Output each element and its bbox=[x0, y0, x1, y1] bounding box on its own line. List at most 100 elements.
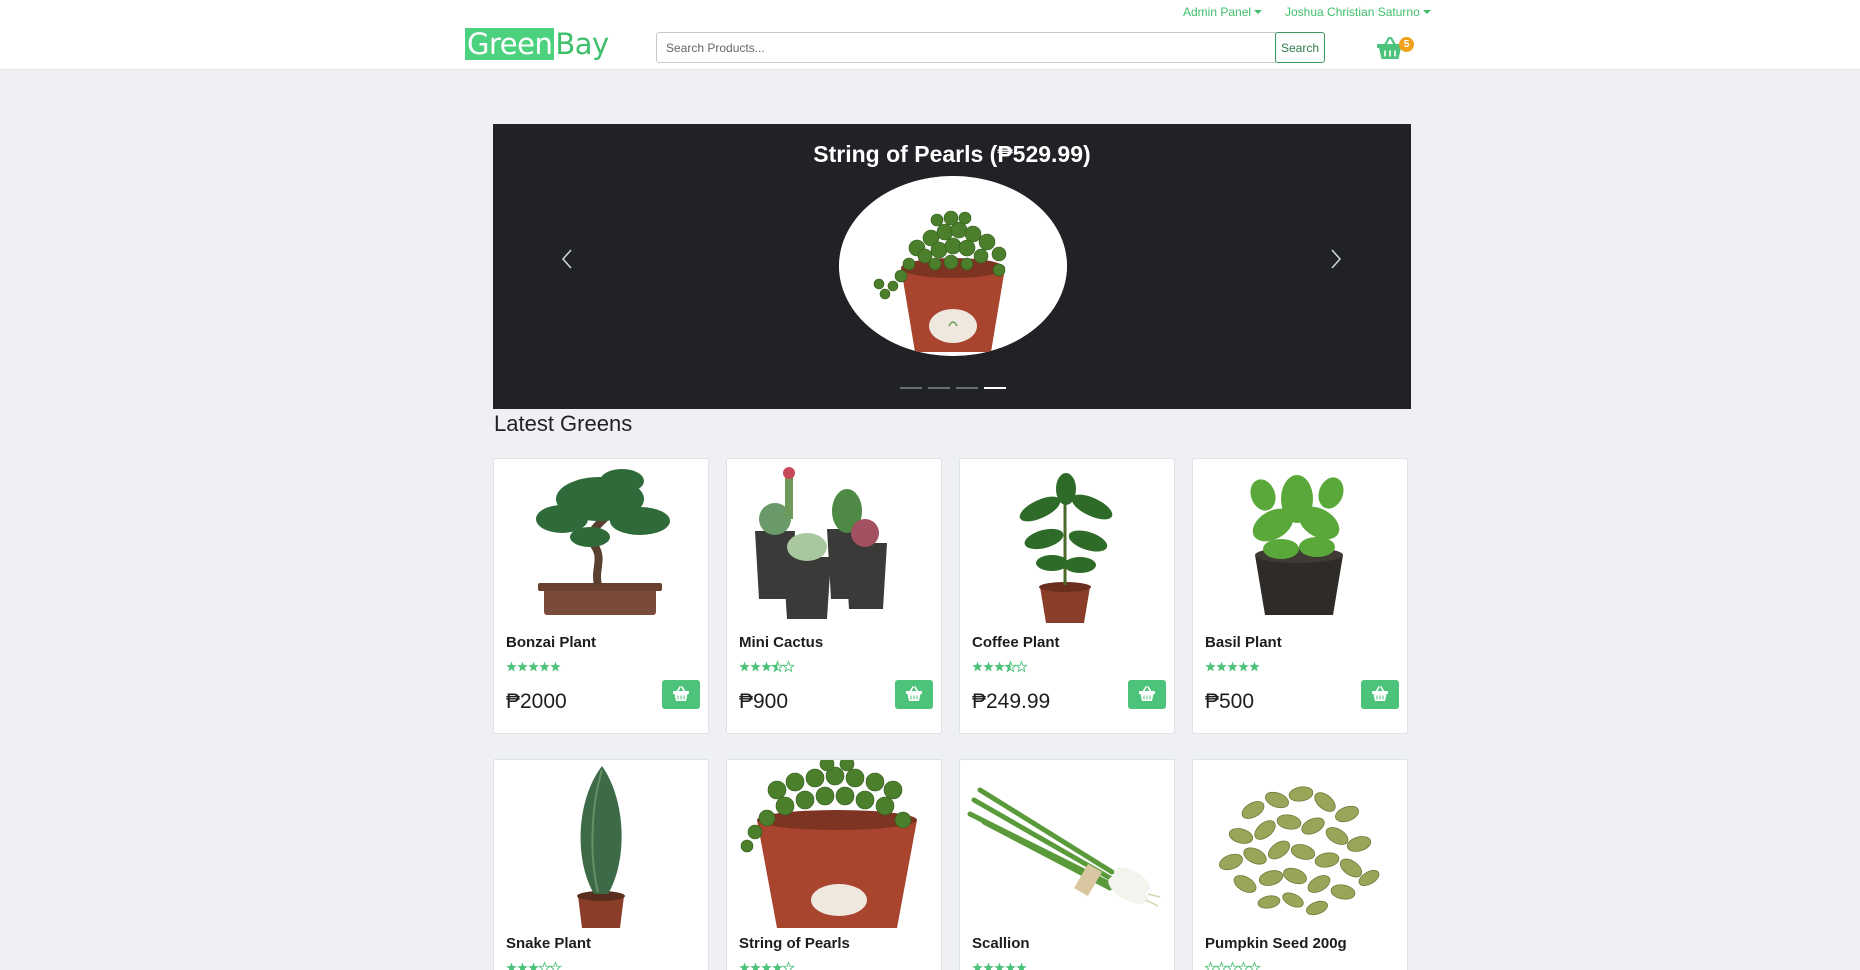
add-to-basket-button[interactable] bbox=[895, 680, 933, 709]
star-filled-icon bbox=[983, 661, 994, 672]
star-filled-icon bbox=[1249, 661, 1260, 672]
product-name[interactable]: String of Pearls bbox=[739, 935, 850, 952]
star-filled-icon bbox=[761, 962, 772, 970]
carousel-indicator[interactable] bbox=[928, 387, 950, 389]
star-filled-icon bbox=[550, 661, 561, 672]
product-image-cactus-pots[interactable] bbox=[727, 459, 941, 627]
star-filled-icon bbox=[972, 661, 983, 672]
star-empty-icon bbox=[549, 961, 562, 970]
featured-carousel: String of Pearls (₱529.99) bbox=[493, 124, 1411, 409]
logo-bay-part: Bay bbox=[555, 27, 609, 61]
product-card[interactable]: Pumpkin Seed 200g bbox=[1192, 759, 1408, 970]
user-dropdown[interactable]: Joshua Christian Saturno bbox=[1285, 5, 1431, 19]
star-empty-icon bbox=[782, 961, 795, 970]
product-name[interactable]: Mini Cactus bbox=[739, 634, 823, 651]
star-filled-icon bbox=[750, 661, 761, 672]
product-image-scallion[interactable] bbox=[960, 760, 1174, 928]
search-input[interactable] bbox=[656, 32, 1276, 63]
product-card[interactable]: Snake Plant bbox=[493, 759, 709, 970]
product-name[interactable]: Snake Plant bbox=[506, 935, 591, 952]
product-card[interactable]: Bonzai Plant ₱2000 bbox=[493, 458, 709, 734]
product-image-snake-plant[interactable] bbox=[494, 760, 708, 928]
admin-panel-dropdown[interactable]: Admin Panel bbox=[1183, 5, 1263, 19]
product-price: ₱249.99 bbox=[972, 690, 1051, 713]
star-filled-icon bbox=[994, 661, 1005, 672]
carousel-indicators bbox=[900, 387, 1006, 389]
star-empty-icon bbox=[1015, 660, 1028, 673]
star-rating bbox=[506, 961, 562, 970]
star-rating bbox=[739, 961, 795, 970]
star-rating bbox=[506, 661, 561, 672]
product-image-pumpkin-seeds[interactable] bbox=[1193, 760, 1407, 928]
product-name[interactable]: Pumpkin Seed 200g bbox=[1205, 935, 1347, 952]
basket-icon bbox=[673, 686, 689, 701]
star-filled-icon bbox=[994, 962, 1005, 970]
star-filled-icon bbox=[1227, 661, 1238, 672]
star-empty-icon bbox=[1215, 961, 1228, 970]
section-title-latest-greens: Latest Greens bbox=[494, 411, 633, 436]
star-filled-icon bbox=[972, 962, 983, 970]
user-name-label: Joshua Christian Saturno bbox=[1285, 5, 1420, 19]
star-empty-icon bbox=[1248, 961, 1261, 970]
star-rating bbox=[1205, 661, 1260, 672]
star-filled-icon bbox=[517, 661, 528, 672]
basket-icon bbox=[1139, 686, 1155, 701]
star-filled-icon bbox=[528, 661, 539, 672]
basket-icon bbox=[1372, 686, 1388, 701]
add-to-basket-button[interactable] bbox=[1361, 680, 1399, 709]
star-filled-icon bbox=[517, 962, 528, 970]
star-rating bbox=[972, 660, 1028, 673]
add-to-basket-button[interactable] bbox=[1128, 680, 1166, 709]
greenbay-logo[interactable]: Green Bay bbox=[465, 27, 609, 61]
search-button[interactable]: Search bbox=[1275, 32, 1325, 63]
star-filled-icon bbox=[539, 661, 550, 672]
star-filled-icon bbox=[1205, 661, 1216, 672]
site-header: Admin Panel Joshua Christian Saturno Gre… bbox=[0, 0, 1860, 70]
product-price: ₱900 bbox=[739, 690, 789, 713]
star-filled-icon bbox=[983, 962, 994, 970]
admin-panel-label: Admin Panel bbox=[1183, 5, 1252, 19]
product-price: ₱2000 bbox=[506, 690, 567, 713]
star-filled-icon bbox=[1238, 661, 1249, 672]
product-image-string-of-pearls[interactable] bbox=[727, 760, 941, 928]
product-price: ₱500 bbox=[1205, 690, 1255, 713]
product-image-coffee-plant[interactable] bbox=[960, 459, 1174, 627]
star-rating bbox=[739, 660, 795, 673]
product-card[interactable]: String of Pearls bbox=[726, 759, 942, 970]
carousel-indicator[interactable] bbox=[956, 387, 978, 389]
star-empty-icon bbox=[1205, 961, 1217, 970]
star-rating bbox=[972, 962, 1027, 970]
logo-green-part: Green bbox=[465, 27, 555, 61]
product-name[interactable]: Bonzai Plant bbox=[506, 634, 596, 651]
star-empty-icon bbox=[1226, 961, 1239, 970]
carousel-image-string-of-pearls bbox=[839, 176, 1067, 356]
star-rating bbox=[1205, 961, 1261, 970]
star-filled-icon bbox=[750, 962, 761, 970]
star-filled-icon bbox=[1005, 962, 1016, 970]
product-card[interactable]: Coffee Plant ₱249.99 bbox=[959, 458, 1175, 734]
caret-down-icon bbox=[1422, 10, 1431, 14]
carousel-indicator[interactable] bbox=[984, 387, 1006, 389]
caret-down-icon bbox=[1254, 10, 1263, 14]
product-image-basil-plant[interactable] bbox=[1193, 459, 1407, 627]
star-filled-icon bbox=[1016, 962, 1027, 970]
product-card[interactable]: Mini Cactus ₱900 bbox=[726, 458, 942, 734]
carousel-prev-arrow-icon[interactable] bbox=[547, 224, 587, 294]
star-filled-icon bbox=[761, 661, 772, 672]
product-card[interactable]: Scallion bbox=[959, 759, 1175, 970]
star-filled-icon bbox=[1216, 661, 1227, 672]
carousel-indicator[interactable] bbox=[900, 387, 922, 389]
star-empty-icon bbox=[782, 660, 795, 673]
star-empty-icon bbox=[538, 961, 551, 970]
star-filled-icon bbox=[772, 962, 783, 970]
product-name[interactable]: Scallion bbox=[972, 935, 1030, 952]
product-name[interactable]: Coffee Plant bbox=[972, 634, 1060, 651]
product-image-bonsai-tree[interactable] bbox=[494, 459, 708, 627]
cart-count-badge: 5 bbox=[1399, 37, 1414, 52]
carousel-next-arrow-icon[interactable] bbox=[1316, 224, 1356, 294]
product-name[interactable]: Basil Plant bbox=[1205, 634, 1282, 651]
product-card[interactable]: Basil Plant ₱500 bbox=[1192, 458, 1408, 734]
add-to-basket-button[interactable] bbox=[662, 680, 700, 709]
star-filled-icon bbox=[739, 962, 750, 970]
star-filled-icon bbox=[739, 661, 750, 672]
